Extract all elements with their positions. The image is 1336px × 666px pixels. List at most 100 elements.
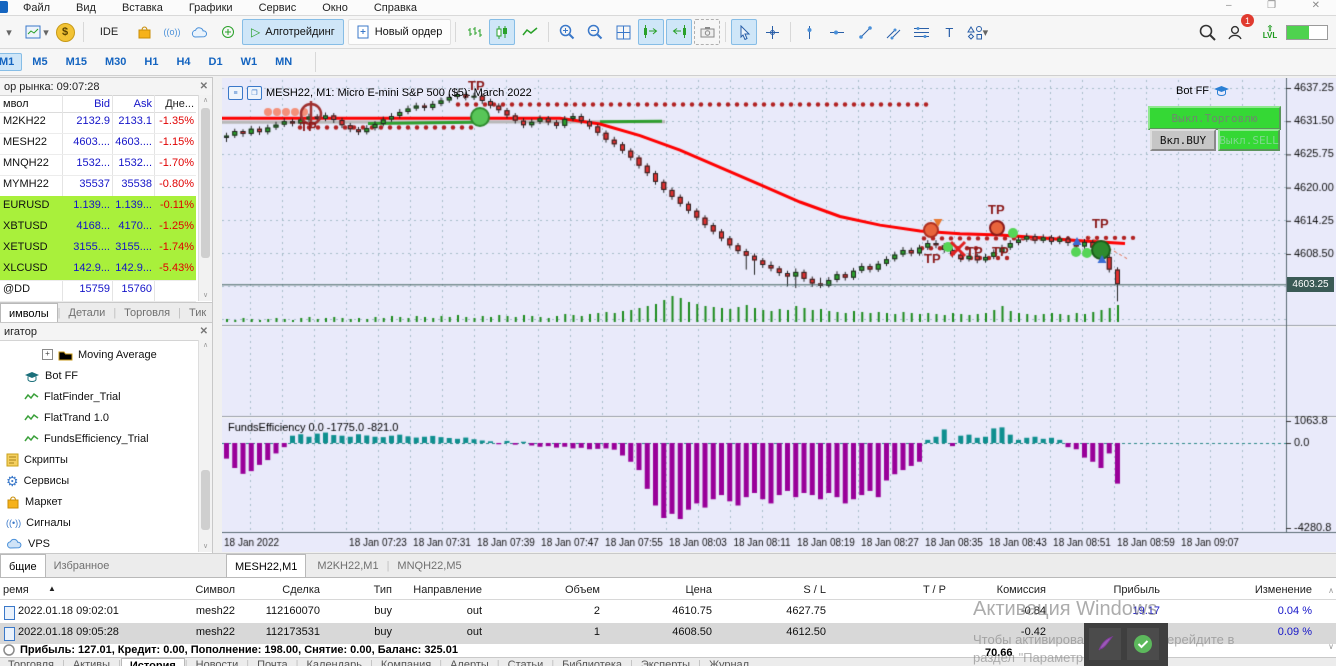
tf-h4[interactable]: H4 — [168, 53, 198, 71]
screenshot-button[interactable] — [694, 19, 721, 45]
tab-library[interactable]: Библиотека — [554, 658, 630, 666]
nav-item-scripts[interactable]: Скрипты — [0, 449, 202, 470]
search-button[interactable] — [1194, 19, 1220, 45]
trade-off-button[interactable]: Выкл.Торговлю — [1148, 106, 1281, 130]
menu-window[interactable]: Окно — [309, 2, 361, 14]
nav-item-services[interactable]: ⚙ Сервисы — [0, 470, 202, 491]
tf-m1[interactable]: M1 — [0, 53, 23, 71]
deposit-button[interactable]: $ — [52, 19, 78, 45]
new-chart-dropdown[interactable]: ▾ — [0, 19, 22, 45]
tab-assets[interactable]: Активы — [65, 658, 118, 666]
col-change[interactable]: Изменение — [1255, 584, 1312, 596]
tab-mail[interactable]: Почта — [249, 658, 296, 666]
tile-windows-button[interactable] — [610, 19, 636, 45]
col-volume[interactable]: Объем — [565, 584, 600, 596]
col-symbol[interactable]: Символ — [195, 584, 235, 596]
tab-journal[interactable]: Журнал — [701, 658, 757, 666]
scroll-up-icon[interactable]: ∧ — [1328, 586, 1334, 595]
chart-profile-dropdown[interactable]: ▾ — [24, 19, 50, 45]
zoom-in-button[interactable] — [554, 19, 580, 45]
mw-row-eurusd[interactable]: EURUSD 1.139... 1.139... -0.11% — [0, 196, 196, 218]
mw-row-mymh22[interactable]: MYMH22 35537 35538 -0.80% — [0, 175, 196, 197]
mw-row-xetusd[interactable]: XETUSD 3155.... 3155.... -1.74% — [0, 238, 196, 260]
tab-alerts[interactable]: Алерты — [442, 658, 497, 666]
tab-trade[interactable]: Торговля — [0, 658, 62, 666]
tab-favorites[interactable]: Избранное — [46, 554, 118, 578]
tab-news[interactable]: Новости — [188, 658, 247, 666]
crosshair-tool-button[interactable] — [759, 19, 785, 45]
one-click-trading-icon[interactable]: ≡ — [228, 86, 243, 100]
tf-h1[interactable]: H1 — [136, 53, 166, 71]
col-price[interactable]: Цена — [686, 584, 712, 596]
col-commission[interactable]: Комиссия — [997, 584, 1046, 596]
community-button[interactable]: 1 — [1222, 14, 1254, 45]
tab-experts[interactable]: Эксперты — [633, 658, 698, 666]
col-time[interactable]: ремя — [3, 584, 29, 596]
menu-file[interactable]: Файл — [10, 2, 63, 14]
tab-history[interactable]: История — [120, 658, 185, 666]
vps-button[interactable] — [187, 19, 213, 45]
ide-button[interactable]: IDE — [89, 19, 129, 45]
buy-on-button[interactable]: Вкл.BUY — [1150, 129, 1216, 151]
sell-off-button[interactable]: Выкл.SELL — [1218, 129, 1280, 151]
chart-tab-mesh22[interactable]: MESH22,M1 — [226, 554, 307, 578]
mw-row-xlcusd[interactable]: XLCUSD 142.9... 142.9... -5.43% — [0, 259, 196, 281]
menu-help[interactable]: Справка — [361, 2, 430, 14]
text-tool[interactable]: T — [936, 19, 962, 45]
algo-trading-button[interactable]: ▷ Алготрейдинг — [242, 19, 344, 45]
tab-tick[interactable]: Тик — [181, 303, 214, 323]
nav-item-signals[interactable]: ((•)) Сигналы — [0, 512, 202, 533]
window-controls[interactable]: – ❐ ✕ — [1226, 0, 1330, 11]
mw-row-dd[interactable]: @DD 15759 15760 — [0, 280, 196, 302]
menu-service[interactable]: Сервис — [246, 2, 310, 14]
nav-item-vps[interactable]: VPS — [0, 533, 202, 554]
nav-item-flatfinder[interactable]: FlatFinder_Trial — [0, 386, 220, 407]
nav-item-bot-ff[interactable]: Bot FF — [0, 365, 220, 386]
add-signal-button[interactable] — [215, 19, 241, 45]
navigator-scrollbar[interactable]: ∧ ∨ — [198, 340, 212, 552]
menu-view[interactable]: Вид — [63, 2, 109, 14]
tab-symbols[interactable]: имволы — [0, 303, 58, 323]
tab-articles[interactable]: Статьи — [500, 658, 552, 666]
cursor-tool-button[interactable] — [731, 19, 758, 45]
col-type[interactable]: Тип — [374, 584, 392, 596]
market-watch-header[interactable]: мвол Bid Ask Дне... — [0, 95, 196, 113]
menu-charts[interactable]: Графики — [176, 2, 246, 14]
check-app-icon[interactable] — [1127, 628, 1159, 660]
nav-item-market[interactable]: Маркет — [0, 491, 202, 512]
mw-row-mesh22[interactable]: MESH22 4603.... 4603.... -1.15% — [0, 133, 196, 155]
line-chart-mode-button[interactable] — [517, 19, 543, 45]
close-icon[interactable]: ✕ — [200, 326, 208, 337]
new-order-button[interactable]: Новый ордер — [347, 19, 452, 45]
pen-app-icon[interactable] — [1089, 628, 1121, 660]
zoom-out-button[interactable] — [582, 19, 608, 45]
tf-w1[interactable]: W1 — [233, 53, 266, 71]
tab-common[interactable]: бщие — [0, 554, 46, 578]
col-tp[interactable]: T / P — [923, 584, 946, 596]
tf-d1[interactable]: D1 — [201, 53, 231, 71]
candle-chart-mode-button[interactable] — [489, 19, 516, 45]
auto-scroll-button[interactable] — [666, 19, 693, 45]
signals-button[interactable]: ((о)) — [159, 19, 185, 45]
nav-item-fundsefficiency[interactable]: FundsEfficiency_Trial — [0, 428, 220, 449]
depth-of-market-icon[interactable]: ❐ — [247, 86, 262, 100]
channel-tool[interactable] — [880, 19, 906, 45]
tab-company[interactable]: Компания — [373, 658, 439, 666]
tf-mn[interactable]: MN — [267, 53, 300, 71]
bar-chart-mode-button[interactable] — [461, 19, 487, 45]
mw-row-m2kh22[interactable]: M2KH22 2132.9 2133.1 -1.35% — [0, 112, 196, 134]
horizontal-line-tool[interactable] — [824, 19, 850, 45]
market-watch-scrollbar[interactable]: ∧ ∨ — [198, 95, 212, 301]
tf-m5[interactable]: M5 — [24, 53, 55, 71]
menu-insert[interactable]: Вставка — [109, 2, 176, 14]
tab-calendar[interactable]: Календарь — [299, 658, 371, 666]
shapes-tool[interactable]: ▾ — [964, 19, 990, 45]
col-direction[interactable]: Направление — [413, 584, 482, 596]
tab-trading[interactable]: Торговля — [116, 303, 178, 323]
trendline-tool[interactable] — [852, 19, 878, 45]
expand-icon[interactable]: + — [42, 349, 53, 360]
tf-m30[interactable]: M30 — [97, 53, 134, 71]
chart-tab-mnqh22[interactable]: MNQH22,M5 — [389, 554, 469, 578]
mw-row-xbtusd[interactable]: XBTUSD 4168... 4170... -1.25% — [0, 217, 196, 239]
vertical-line-tool[interactable] — [796, 19, 822, 45]
